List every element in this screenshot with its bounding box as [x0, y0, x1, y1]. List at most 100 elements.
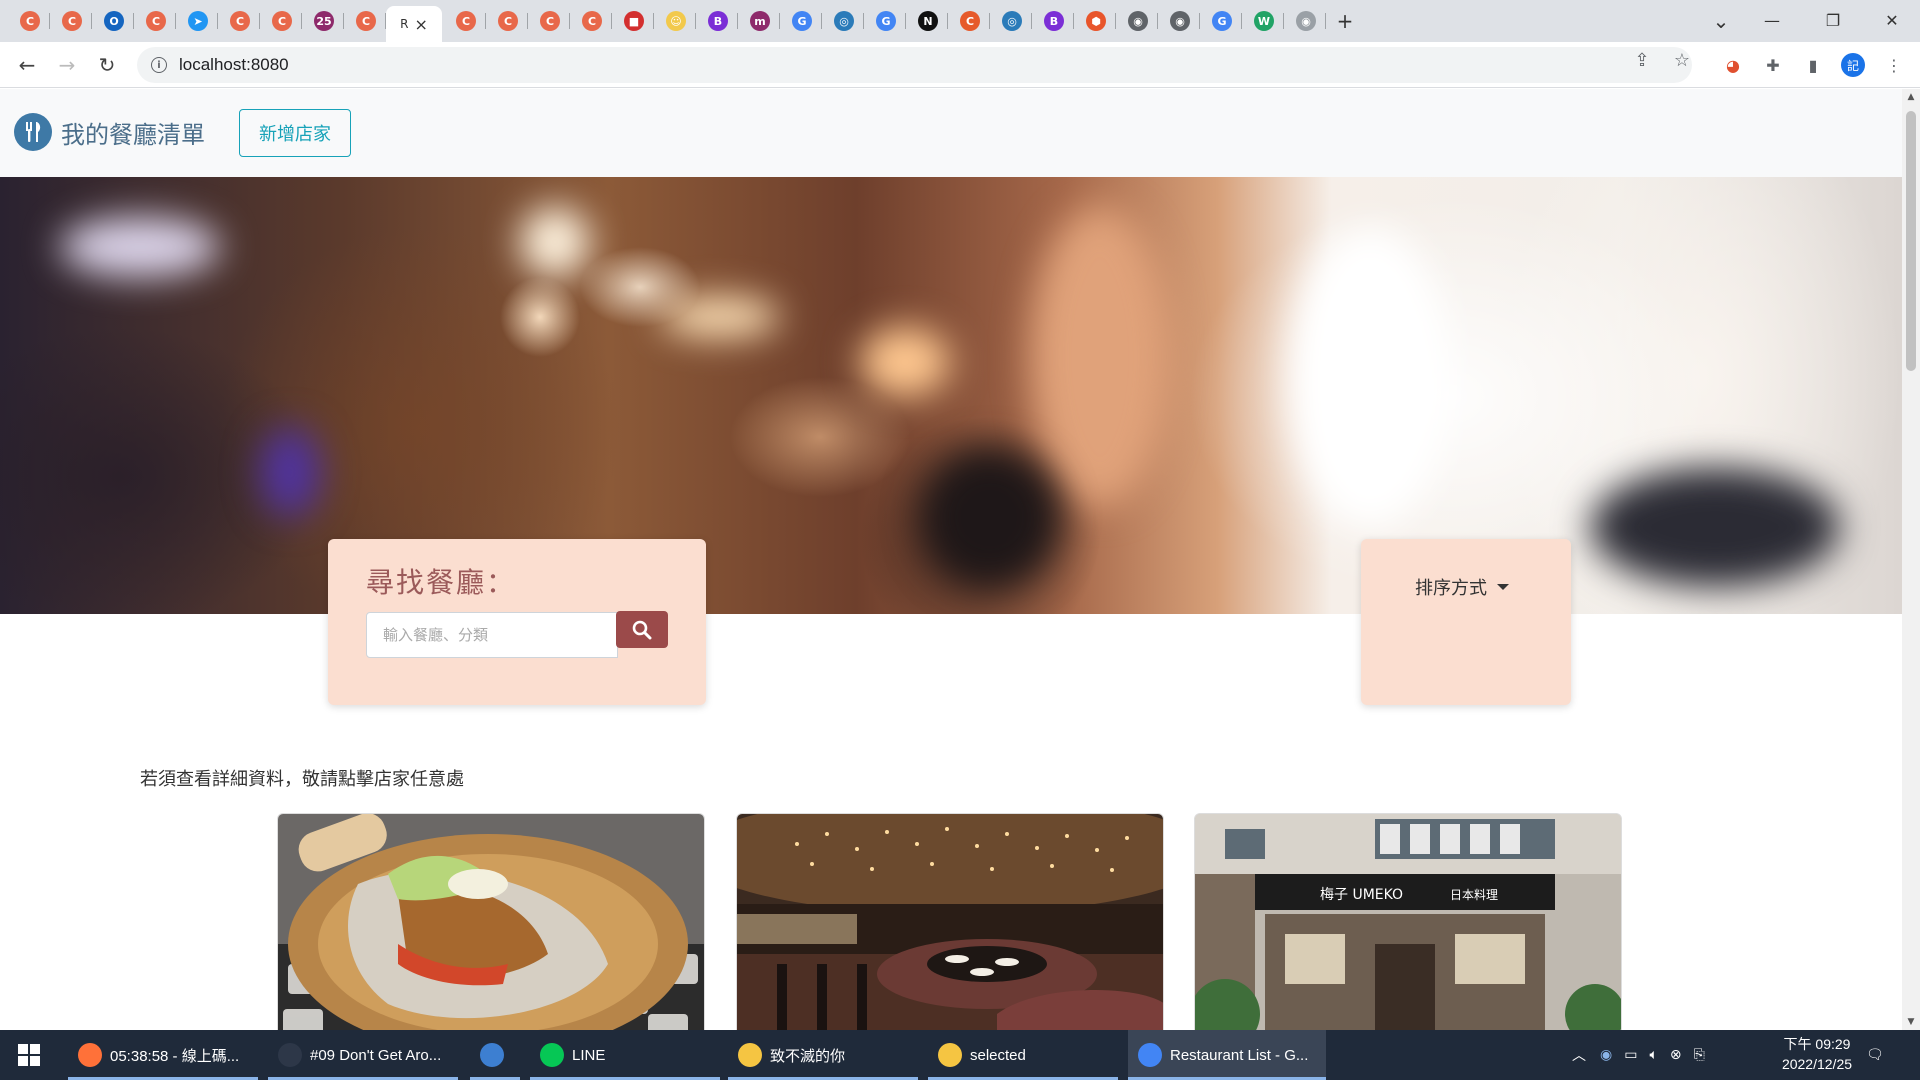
browser-tab[interactable]: C	[572, 6, 612, 36]
reload-icon[interactable]: ↻	[93, 51, 121, 79]
m-logo-icon: m	[750, 11, 770, 31]
taskbar-item[interactable]: 05:38:58 - 線上碼...	[68, 1030, 258, 1080]
tray-expand-icon[interactable]: ︿	[1572, 1045, 1586, 1065]
search-button[interactable]	[616, 611, 668, 648]
taskbar-item[interactable]: 致不滅的你	[728, 1030, 918, 1080]
browser-tab[interactable]: B	[1034, 6, 1074, 36]
tab-separator	[1157, 13, 1158, 29]
browser-tab[interactable]: C	[262, 6, 302, 36]
red-swirl-icon: C	[356, 11, 376, 31]
red-swirl-icon: C	[540, 11, 560, 31]
browser-tab[interactable]: ◎	[824, 6, 864, 36]
browser-tab[interactable]: C	[530, 6, 570, 36]
browser-tab[interactable]: ■	[614, 6, 654, 36]
browser-tab[interactable]: N	[908, 6, 948, 36]
browser-tab[interactable]: G	[1202, 6, 1242, 36]
scroll-up-arrow-icon[interactable]: ▲	[1906, 92, 1916, 102]
extensions-puzzle-icon[interactable]: ✚	[1761, 53, 1785, 77]
line-icon	[540, 1043, 564, 1067]
browser-tab[interactable]: W	[1244, 6, 1284, 36]
restaurant-photo-dining-room	[737, 814, 1163, 1030]
red-swirl-icon: C	[456, 11, 476, 31]
browser-tab[interactable]: G	[782, 6, 822, 36]
taskbar-item[interactable]	[470, 1030, 520, 1080]
menu-kebab-icon[interactable]: ⋮	[1882, 53, 1906, 77]
start-button[interactable]	[0, 1030, 58, 1080]
side-panel-icon[interactable]: ▮	[1801, 53, 1825, 77]
brand-title: 我的餐廳清單	[61, 120, 205, 149]
hint-text: 若須查看詳細資料，敬請點擊店家任意處	[140, 769, 464, 790]
browser-tab[interactable]: ⬢	[1076, 6, 1116, 36]
active-browser-tab[interactable]: R ×	[386, 6, 442, 42]
minimize-button[interactable]: —	[1744, 0, 1800, 40]
red-swirl-icon: C	[146, 11, 166, 31]
browser-tab[interactable]: C	[220, 6, 260, 36]
taskbar-item[interactable]: selected	[928, 1030, 1118, 1080]
browser-tab[interactable]: C	[136, 6, 176, 36]
browser-tab[interactable]: C	[52, 6, 92, 36]
bookmark-star-icon[interactable]: ☆	[1672, 50, 1692, 71]
firefox-icon	[78, 1043, 102, 1067]
brand[interactable]: 我的餐廳清單	[14, 113, 205, 151]
qbittorrent-icon	[480, 1043, 504, 1067]
sort-dropdown[interactable]: 排序方式	[1415, 574, 1509, 600]
taskbar-item[interactable]: Restaurant List - G...	[1128, 1030, 1326, 1080]
svg-text:日本料理: 日本料理	[1450, 888, 1498, 902]
volume-icon[interactable]: 🔈︎	[1649, 1047, 1657, 1063]
tab-separator	[989, 13, 990, 29]
browser-tab[interactable]: C	[446, 6, 486, 36]
browser-tab[interactable]: ◉	[1286, 6, 1326, 36]
taskbar-clock[interactable]: 下午 09:29 2022/12/25	[1757, 1034, 1877, 1074]
add-restaurant-button[interactable]: 新增店家	[239, 109, 351, 157]
search-panel: 尋找餐廳：	[328, 539, 706, 705]
browser-tab[interactable]: C	[488, 6, 528, 36]
restore-button[interactable]: ❐	[1805, 0, 1861, 40]
bootstrap-icon: B	[708, 11, 728, 31]
network-disconnected-icon[interactable]: ⊗	[1670, 1047, 1682, 1063]
tab-search-chevron-icon[interactable]: ⌄	[1708, 8, 1734, 34]
scroll-thumb[interactable]	[1906, 111, 1916, 371]
restaurant-card[interactable]	[736, 813, 1164, 1030]
notifications-icon[interactable]: 🗨︎	[1866, 1030, 1884, 1080]
new-tab-plus-icon[interactable]: +	[1332, 8, 1358, 34]
red-swirl-icon: C	[498, 11, 518, 31]
browser-tab[interactable]: B	[698, 6, 738, 36]
qbittorrent-tray-icon[interactable]: ◉	[1600, 1047, 1612, 1063]
browser-tab[interactable]: ☺	[656, 6, 696, 36]
browser-tab[interactable]: C	[346, 6, 386, 36]
forward-arrow-icon[interactable]: →	[53, 51, 81, 79]
taskbar-item[interactable]: #09 Don't Get Aro...	[268, 1030, 458, 1080]
display-tray-icon[interactable]: ▭	[1624, 1047, 1637, 1063]
tab-close-icon[interactable]: ×	[414, 15, 427, 34]
close-window-button[interactable]: ✕	[1864, 0, 1920, 40]
taskbar-item[interactable]: LINE	[530, 1030, 720, 1080]
restaurant-card[interactable]: 梅子 UMEKO 日本料理	[1194, 813, 1622, 1030]
share-icon[interactable]: ⇪	[1632, 50, 1652, 71]
browser-tab[interactable]: G	[866, 6, 906, 36]
browser-tab[interactable]: ◉	[1160, 6, 1200, 36]
page-scrollbar[interactable]: ▲ ▼	[1902, 89, 1920, 1030]
input-method-icon[interactable]: ⎘	[1694, 1047, 1705, 1063]
browser-tab[interactable]: m	[740, 6, 780, 36]
browser-tab[interactable]: C	[950, 6, 990, 36]
url-text[interactable]: localhost:8080	[179, 55, 289, 75]
restaurant-card[interactable]	[277, 813, 705, 1030]
browser-tab[interactable]: 25	[304, 6, 344, 36]
browser-tab-strip: C C O C ➤ C C 25 C R × C C C C ■ ☺ Bm G ◎ G N C ◎ B ⬢ ◉ ◉ G W ◉ +	[0, 0, 1920, 42]
browser-tab[interactable]: O	[94, 6, 134, 36]
browser-tab[interactable]: C	[10, 6, 50, 36]
tab-separator	[91, 13, 92, 29]
taskbar-item-label: 致不滅的你	[770, 1047, 846, 1065]
scroll-down-arrow-icon[interactable]: ▼	[1906, 1017, 1916, 1027]
search-input[interactable]	[366, 612, 618, 658]
browser-tab[interactable]: ◎	[992, 6, 1032, 36]
google-icon: G	[792, 11, 812, 31]
site-info-icon[interactable]: i	[151, 57, 167, 73]
browser-tab[interactable]: ➤	[178, 6, 218, 36]
colorful-extension-icon[interactable]: ◕	[1721, 53, 1745, 77]
back-arrow-icon[interactable]: ←	[13, 51, 41, 79]
browser-tab[interactable]: ◉	[1118, 6, 1158, 36]
circle-target-icon: O	[104, 11, 124, 31]
profile-avatar[interactable]: 記	[1841, 53, 1865, 77]
address-bar[interactable]: i localhost:8080	[137, 47, 1692, 83]
